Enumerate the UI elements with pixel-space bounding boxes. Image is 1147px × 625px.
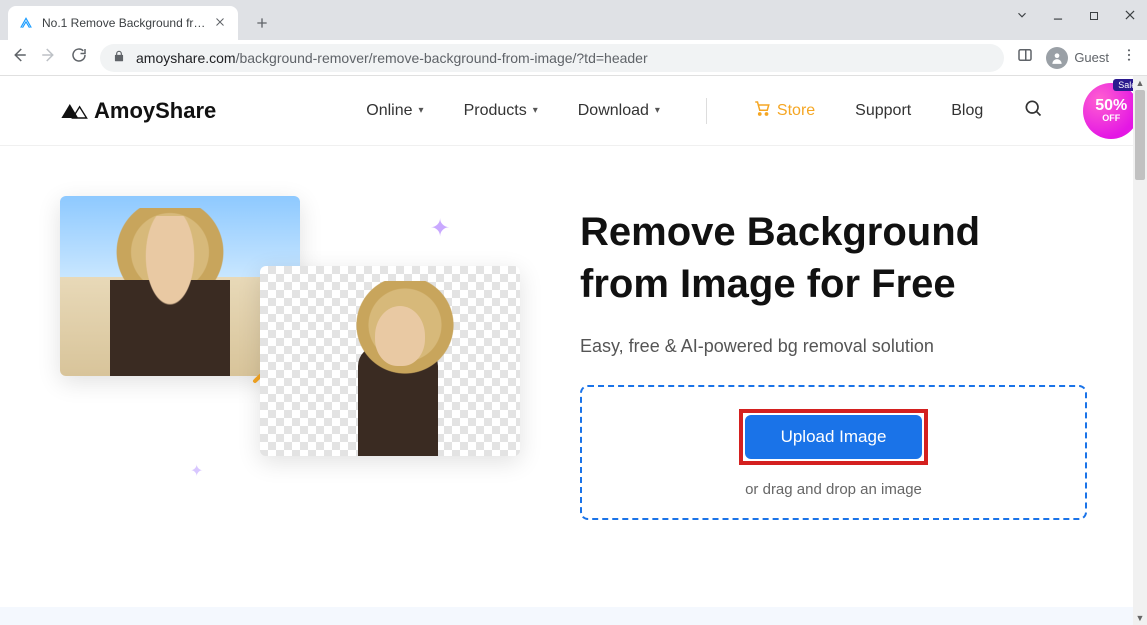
close-window-icon[interactable] (1121, 8, 1139, 27)
window-controls (1013, 8, 1139, 27)
panel-icon[interactable] (1016, 46, 1034, 69)
nav-support-label: Support (855, 102, 911, 120)
main-nav: Online ▾ Products ▾ Download ▾ Store Sup… (366, 83, 1139, 139)
new-tab-button[interactable] (248, 9, 276, 37)
chevron-down-icon: ▾ (655, 105, 660, 116)
tab-favicon-icon (18, 15, 34, 31)
nav-download-label: Download (578, 102, 649, 120)
kebab-menu-icon[interactable] (1121, 47, 1137, 68)
chevron-down-icon[interactable] (1013, 8, 1031, 27)
nav-products[interactable]: Products ▾ (464, 102, 538, 120)
logo-mark-icon (60, 102, 88, 120)
forward-button[interactable] (40, 46, 58, 69)
page-title: Remove Background from Image for Free (580, 206, 1087, 310)
minimize-icon[interactable] (1049, 8, 1067, 27)
footer-band (0, 607, 1133, 625)
nav-blog-label: Blog (951, 102, 983, 120)
after-image (260, 266, 520, 456)
hero-illustration: ✦ ✦ (60, 196, 540, 516)
tab-title: No.1 Remove Background from I (42, 16, 206, 30)
toolbar-right: Guest (1016, 46, 1137, 69)
title-line2: from Image for Free (580, 262, 956, 306)
url-text: amoyshare.com/background-remover/remove-… (136, 50, 648, 66)
page-subtitle: Easy, free & AI-powered bg removal solut… (580, 336, 1087, 357)
drop-hint: or drag and drop an image (602, 481, 1065, 498)
chevron-down-icon: ▾ (533, 105, 538, 116)
upload-highlight: Upload Image (739, 409, 929, 465)
browser-tab[interactable]: No.1 Remove Background from I (8, 6, 238, 40)
nav-store[interactable]: Store (753, 99, 815, 122)
nav-download[interactable]: Download ▾ (578, 102, 660, 120)
sale-badge[interactable]: Sale 50% OFF (1083, 83, 1139, 139)
brand-name: AmoyShare (94, 98, 216, 124)
avatar-icon (1046, 47, 1068, 69)
nav-arrows (10, 46, 58, 69)
tab-close-icon[interactable] (214, 16, 228, 30)
browser-tabstrip: No.1 Remove Background from I (0, 0, 1147, 40)
site-header: AmoyShare Online ▾ Products ▾ Download ▾… (0, 76, 1147, 146)
title-line1: Remove Background (580, 210, 980, 254)
sale-percent: 50% (1095, 98, 1127, 114)
nav-store-label: Store (777, 102, 815, 120)
sale-off: OFF (1102, 114, 1120, 123)
cart-icon (753, 99, 771, 122)
address-bar[interactable]: amoyshare.com/background-remover/remove-… (100, 44, 1004, 72)
vertical-scrollbar[interactable]: ▲ ▼ (1133, 76, 1147, 625)
brand-logo[interactable]: AmoyShare (60, 98, 216, 124)
url-path: /background-remover/remove-background-fr… (236, 50, 648, 66)
lock-icon (112, 49, 126, 66)
search-icon[interactable] (1023, 98, 1043, 123)
nav-online-label: Online (366, 102, 412, 120)
nav-support[interactable]: Support (855, 102, 911, 120)
hero-text: Remove Background from Image for Free Ea… (580, 196, 1087, 520)
nav-products-label: Products (464, 102, 527, 120)
maximize-icon[interactable] (1085, 9, 1103, 27)
nav-online[interactable]: Online ▾ (366, 102, 423, 120)
scroll-thumb[interactable] (1135, 90, 1145, 180)
hero-section: ✦ ✦ Remove Background from Image for Fre (0, 146, 1147, 520)
profile-chip[interactable]: Guest (1046, 47, 1109, 69)
upload-dropzone[interactable]: Upload Image or drag and drop an image (580, 385, 1087, 520)
nav-divider (706, 98, 707, 124)
url-domain: amoyshare.com (136, 50, 236, 66)
chevron-down-icon: ▾ (419, 105, 424, 116)
scroll-down-icon[interactable]: ▼ (1133, 611, 1147, 625)
browser-toolbar: amoyshare.com/background-remover/remove-… (0, 40, 1147, 76)
page-content: AmoyShare Online ▾ Products ▾ Download ▾… (0, 76, 1147, 625)
back-button[interactable] (10, 46, 28, 69)
sparkle-icon: ✦ (430, 214, 450, 243)
sale-circle: 50% OFF (1083, 83, 1139, 139)
nav-blog[interactable]: Blog (951, 102, 983, 120)
upload-button[interactable]: Upload Image (745, 415, 923, 459)
sparkle-icon: ✦ (190, 461, 203, 481)
guest-label: Guest (1074, 50, 1109, 65)
reload-button[interactable] (70, 46, 88, 69)
scroll-up-icon[interactable]: ▲ (1133, 76, 1147, 90)
